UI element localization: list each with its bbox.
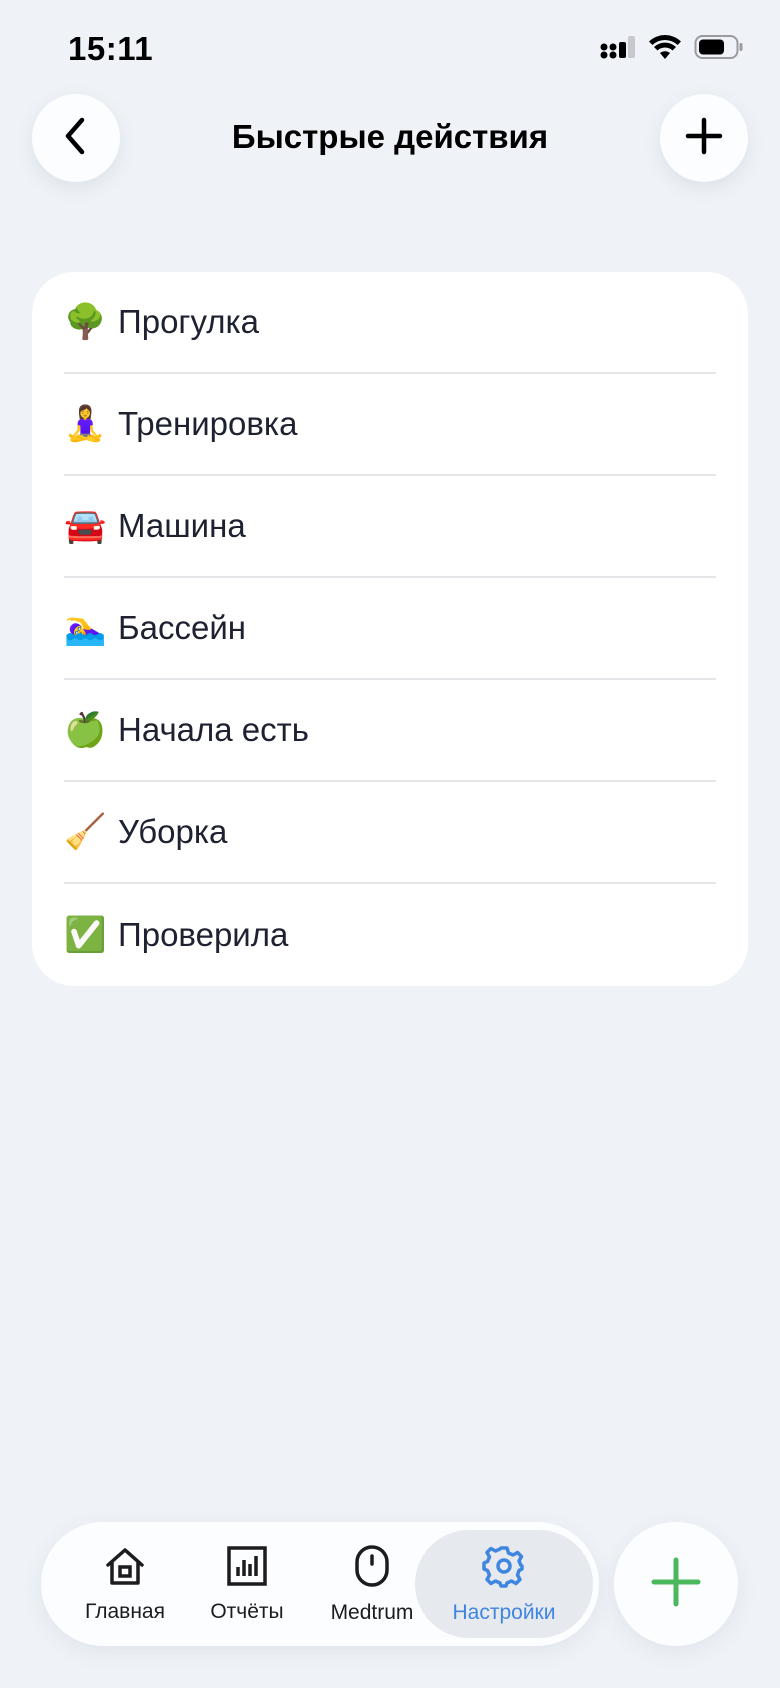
tab-label: Medtrum	[330, 1600, 414, 1624]
list-item[interactable]: 🌳 Прогулка	[64, 272, 716, 374]
add-entry-button[interactable]	[614, 1522, 738, 1646]
tab-reports[interactable]: Отчёты	[187, 1530, 307, 1638]
gear-icon	[482, 1544, 526, 1593]
cellular-signal-icon	[600, 35, 636, 59]
status-time: 15:11	[68, 30, 154, 67]
list-item-label: Уборка	[118, 813, 228, 850]
yoga-icon: 🧘‍♀️	[64, 405, 107, 443]
tab-label: Главная	[85, 1599, 165, 1623]
tab-bar: Главная Отчёты Medtrum Настройки	[41, 1522, 599, 1646]
broom-icon: 🧹	[64, 813, 107, 851]
add-action-button[interactable]	[660, 94, 748, 182]
list-item[interactable]: 🚘 Машина	[64, 476, 716, 578]
list-item-label: Бассейн	[118, 609, 247, 646]
list-item-label: Тренировка	[118, 405, 298, 442]
status-icons	[600, 34, 744, 60]
checkmark-icon: ✅	[64, 916, 107, 954]
status-bar: 15:11	[0, 0, 780, 90]
sensor-icon	[354, 1544, 390, 1593]
tab-home[interactable]: Главная	[63, 1530, 187, 1638]
list-item[interactable]: 🧹 Уборка	[64, 782, 716, 884]
list-item-label: Машина	[118, 507, 246, 544]
list-item[interactable]: ✅ Проверила	[64, 884, 716, 986]
battery-icon	[694, 34, 744, 60]
chart-icon	[226, 1545, 268, 1592]
plus-icon	[650, 1556, 702, 1613]
list-item-label: Прогулка	[118, 303, 260, 340]
tab-settings[interactable]: Настройки	[415, 1530, 593, 1638]
home-icon	[103, 1545, 147, 1592]
car-icon: 🚘	[64, 507, 107, 545]
list-item[interactable]: 🏊‍♀️ Бассейн	[64, 578, 716, 680]
plus-icon	[684, 116, 724, 161]
tab-label: Настройки	[452, 1600, 556, 1624]
list-item-label: Начала есть	[118, 711, 309, 748]
list-item[interactable]: 🧘‍♀️ Тренировка	[64, 374, 716, 476]
tab-label: Отчёты	[210, 1599, 284, 1623]
tree-icon: 🌳	[64, 303, 107, 341]
wifi-icon	[648, 34, 682, 60]
list-item[interactable]: 🍏 Начала есть	[64, 680, 716, 782]
quick-actions-list: 🌳 Прогулка 🧘‍♀️ Тренировка 🚘 Машина 🏊‍♀️…	[32, 272, 748, 986]
apple-icon: 🍏	[64, 711, 107, 749]
list-item-label: Проверила	[118, 916, 289, 953]
swimmer-icon: 🏊‍♀️	[64, 609, 107, 647]
